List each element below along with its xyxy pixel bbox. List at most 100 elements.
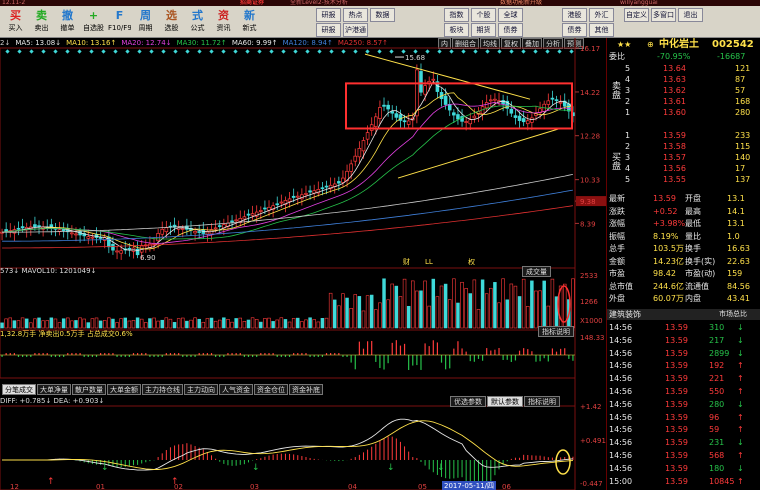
signal-diamond	[437, 49, 442, 54]
volume-bar	[304, 319, 308, 329]
volume-bar	[415, 290, 419, 329]
volume-bar	[320, 318, 325, 329]
volume-bar	[70, 320, 74, 329]
toolbar-button-6[interactable]: 选选股	[160, 7, 183, 37]
candle-body	[357, 147, 362, 158]
volume-bar	[49, 317, 54, 329]
volume-bar	[435, 296, 440, 329]
ask-row-1: 4 13.63 87	[607, 74, 760, 85]
macd-tab-2[interactable]: 指标说明	[524, 396, 560, 407]
volume-bar	[131, 319, 136, 329]
volume-bar	[24, 318, 29, 329]
candle-body	[217, 225, 222, 227]
tool-group-a-3[interactable]: 研报	[316, 23, 341, 37]
indicator-tab-7[interactable]: 资金仓位	[254, 384, 288, 395]
tool-group-a-2[interactable]: 数据	[370, 8, 395, 22]
volume-bar	[98, 320, 103, 329]
indicator-tab-4[interactable]: 主力持仓线	[142, 384, 183, 395]
volume-bar	[386, 299, 390, 329]
tool-group-d-0[interactable]: 自定义	[624, 8, 649, 22]
tool-group-c-3[interactable]: 其他	[589, 23, 614, 37]
signal-diamond	[293, 49, 298, 54]
indicator-tab-8[interactable]: 资金补底	[289, 384, 323, 395]
toolbar-button-1[interactable]: 卖卖出	[30, 7, 53, 37]
tick-volume: 217	[709, 335, 725, 345]
macd-tab-1[interactable]: 默认参数	[487, 396, 523, 407]
volume-bar	[423, 280, 427, 329]
chart-canvas[interactable]: 16.17 14.22 12.28 10.33 9.38 8.39 15.68 6.90 财 LL…	[0, 38, 606, 490]
tool-group-b-1[interactable]: 个股	[471, 8, 496, 22]
stat-value-2: 43.41	[727, 294, 750, 303]
ask-price: 13.64	[663, 64, 686, 73]
volume-bar	[291, 318, 296, 329]
tool-group-b-0[interactable]: 指数	[444, 8, 469, 22]
candle-body	[295, 195, 300, 198]
macd-tab-0[interactable]: 优选参数	[450, 396, 486, 407]
indicator-tab-5[interactable]: 主力动向	[184, 384, 218, 395]
tool-group-a-4[interactable]: 沪港通	[343, 23, 368, 37]
indicator-tab-6[interactable]: 人气资金	[219, 384, 253, 395]
candle-body	[213, 227, 218, 230]
candle-body	[550, 97, 555, 100]
tool-group-d-2[interactable]: 退出	[678, 8, 703, 22]
stat-key: 最新	[609, 194, 625, 203]
candle-body	[513, 115, 518, 118]
tick-direction-icon: ↓	[737, 399, 744, 409]
toolbar-button-9[interactable]: 新新式	[238, 7, 261, 37]
market-ratio-label: 市场总比	[719, 310, 747, 318]
volume-bar	[193, 317, 197, 329]
bid-price: 13.57	[663, 153, 686, 162]
tick-row-12: 15:00 13.59 10845 ↑	[607, 476, 760, 487]
tick-time: 14:56	[609, 451, 633, 460]
stat-key: 涨幅	[609, 219, 625, 228]
indicator-tab-2[interactable]: 散户数量	[72, 384, 106, 395]
indicator-explain-button[interactable]: 指标说明	[538, 326, 574, 337]
tool-group-b-3[interactable]: 板块	[444, 23, 469, 37]
toolbar-button-3[interactable]: + 自选股	[82, 7, 105, 37]
tick-direction-icon: ↑	[737, 476, 744, 486]
tick-time: 14:56	[609, 399, 633, 409]
high-price-label: 15.68	[405, 54, 425, 62]
signal-diamond	[197, 49, 202, 54]
candle-body	[431, 78, 436, 81]
toolbar-button-4[interactable]: F F10/F9	[108, 7, 131, 37]
toolbar-button-8[interactable]: 资资讯	[212, 7, 235, 37]
volume-bar	[353, 294, 358, 329]
volume-bar	[345, 297, 349, 329]
volume-bar	[205, 318, 210, 329]
candle-body	[4, 229, 8, 232]
tool-group-a-0[interactable]: 研报	[316, 8, 341, 22]
tool-group-c-0[interactable]: 港股	[562, 8, 587, 22]
stat-key: 金额	[609, 256, 625, 266]
tick-volume: 192	[709, 361, 725, 371]
tick-time: 14:56	[609, 374, 633, 384]
tick-row-8: 14:56 13.59 59 ↑	[607, 424, 760, 435]
signal-diamond	[305, 49, 310, 54]
tool-group-b-4[interactable]: 期货	[471, 23, 496, 37]
tool-group-b-2[interactable]: 全球	[498, 8, 523, 22]
stat-key-2: 市盈(动)	[685, 269, 716, 278]
volume-tab[interactable]: 成交量	[522, 266, 551, 277]
tool-group-b-5[interactable]: 债券	[498, 23, 523, 37]
toolbar-button-2[interactable]: 撤撤单	[56, 7, 79, 37]
star-icon[interactable]: ★★	[617, 39, 631, 50]
tool-group-c-2[interactable]: 债券	[562, 23, 587, 37]
indicator-tab-3[interactable]: 大单金额	[107, 384, 141, 395]
indicator-tab-1[interactable]: 大单净量	[37, 384, 71, 395]
volume-bar	[279, 317, 284, 329]
ask-price: 13.61	[663, 97, 686, 106]
toolbar-button-0[interactable]: 买买入	[4, 7, 27, 37]
toolbar-button-5[interactable]: 周周期	[134, 7, 157, 37]
stock-code: 002542	[712, 39, 754, 50]
app-window: 12.11-2 招商证券 全新Level2-技术分析 数据功能新升级 willy…	[0, 0, 760, 490]
candle-body	[164, 227, 169, 233]
toolbar-button-7[interactable]: 式公式	[186, 7, 209, 37]
toolbar-label-5: 周期	[138, 24, 153, 32]
indicator-tab-0[interactable]: 分笔成交	[2, 384, 36, 395]
stat-key: 外盘	[609, 294, 625, 303]
tool-group-c-1[interactable]: 外汇	[589, 8, 614, 22]
tool-group-a-1[interactable]: 热点	[343, 8, 368, 22]
stat-value-2: 1.0	[727, 231, 740, 241]
tool-group-d-1[interactable]: 多窗口	[651, 8, 676, 22]
volume-bar	[530, 280, 534, 329]
